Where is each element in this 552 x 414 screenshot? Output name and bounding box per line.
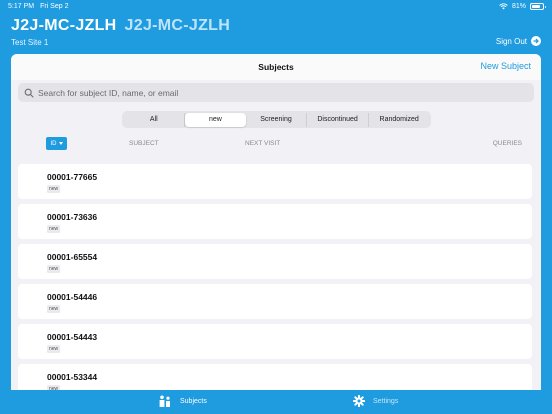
study-title: J2J-MC-JZLH: [11, 17, 117, 34]
site-name: Test Site 1: [11, 38, 49, 47]
search-bar[interactable]: [18, 83, 534, 102]
search-input[interactable]: [38, 87, 518, 98]
subject-row[interactable]: 00001-54443 new: [18, 324, 532, 359]
status-badge: new: [47, 185, 61, 193]
status-bar: 5:17 PM Fri Sep 2 81%: [0, 0, 552, 12]
subject-id: 00001-54443: [47, 332, 98, 342]
subject-id: 00001-65554: [47, 252, 98, 262]
tab-settings[interactable]: Settings: [353, 395, 398, 407]
subjects-panel: Subjects New Subject All new Screening D…: [11, 54, 541, 390]
column-queries[interactable]: QUERIES: [493, 140, 522, 147]
study-subtitle: J2J-MC-JZLH: [124, 17, 231, 34]
filter-discontinued[interactable]: Discontinued: [307, 112, 369, 127]
battery-percent: 81%: [511, 2, 526, 10]
filter-randomized[interactable]: Randomized: [369, 113, 430, 127]
tab-bar: Subjects Settings: [0, 390, 552, 414]
new-subject-button[interactable]: New Subject: [480, 61, 531, 71]
status-badge: new: [47, 265, 61, 273]
subject-row[interactable]: 00001-77665 new: [18, 164, 532, 199]
gear-icon: [353, 395, 365, 407]
filter-all[interactable]: All: [124, 112, 186, 127]
subject-row[interactable]: 00001-65554 new: [18, 244, 532, 279]
tab-settings-label: Settings: [373, 397, 399, 405]
panel-title: Subjects: [258, 62, 294, 72]
subject-id: 00001-77665: [47, 172, 98, 182]
subject-list: 00001-77665 new 00001-73636 new 00001-65…: [18, 164, 532, 390]
search-icon: [24, 88, 34, 98]
app-header: J2J-MC-JZLH J2J-MC-JZLH Test Site 1 Sign…: [0, 12, 552, 54]
sign-out-button[interactable]: Sign Out: [496, 36, 541, 46]
subject-row[interactable]: 00001-53344 new: [18, 364, 532, 390]
status-badge: new: [47, 345, 61, 353]
filter-screening[interactable]: Screening: [246, 112, 308, 127]
sort-id-button[interactable]: ID: [46, 137, 67, 150]
people-icon: [159, 395, 170, 407]
sign-out-icon: [531, 36, 541, 46]
tab-subjects[interactable]: Subjects: [158, 395, 207, 407]
tab-subjects-label: Subjects: [180, 397, 207, 405]
column-headers: ID SUBJECT NEXT VISIT QUERIES: [11, 137, 541, 151]
subject-row[interactable]: 00001-54446 new: [18, 284, 532, 319]
panel-header: Subjects New Subject: [11, 54, 541, 80]
status-badge: new: [47, 225, 61, 233]
sign-out-label: Sign Out: [495, 36, 527, 46]
subject-id: 00001-54446: [47, 292, 98, 302]
column-subject[interactable]: SUBJECT: [129, 140, 159, 147]
subject-id: 00001-53344: [47, 372, 98, 382]
status-date: Fri Sep 2: [40, 2, 69, 10]
status-filter: All new Screening Discontinued Randomize…: [122, 111, 431, 128]
chevron-down-icon: [58, 142, 63, 145]
status-time: 5:17 PM: [8, 2, 35, 10]
subject-id: 00001-73636: [47, 212, 98, 222]
column-next-visit[interactable]: NEXT VISIT: [245, 140, 280, 147]
sort-id-label: ID: [50, 140, 57, 147]
filter-new[interactable]: new: [185, 112, 246, 127]
subject-row[interactable]: 00001-73636 new: [18, 204, 532, 239]
battery-icon: [530, 2, 546, 10]
wifi-icon: [499, 2, 508, 9]
status-badge: new: [47, 305, 61, 313]
